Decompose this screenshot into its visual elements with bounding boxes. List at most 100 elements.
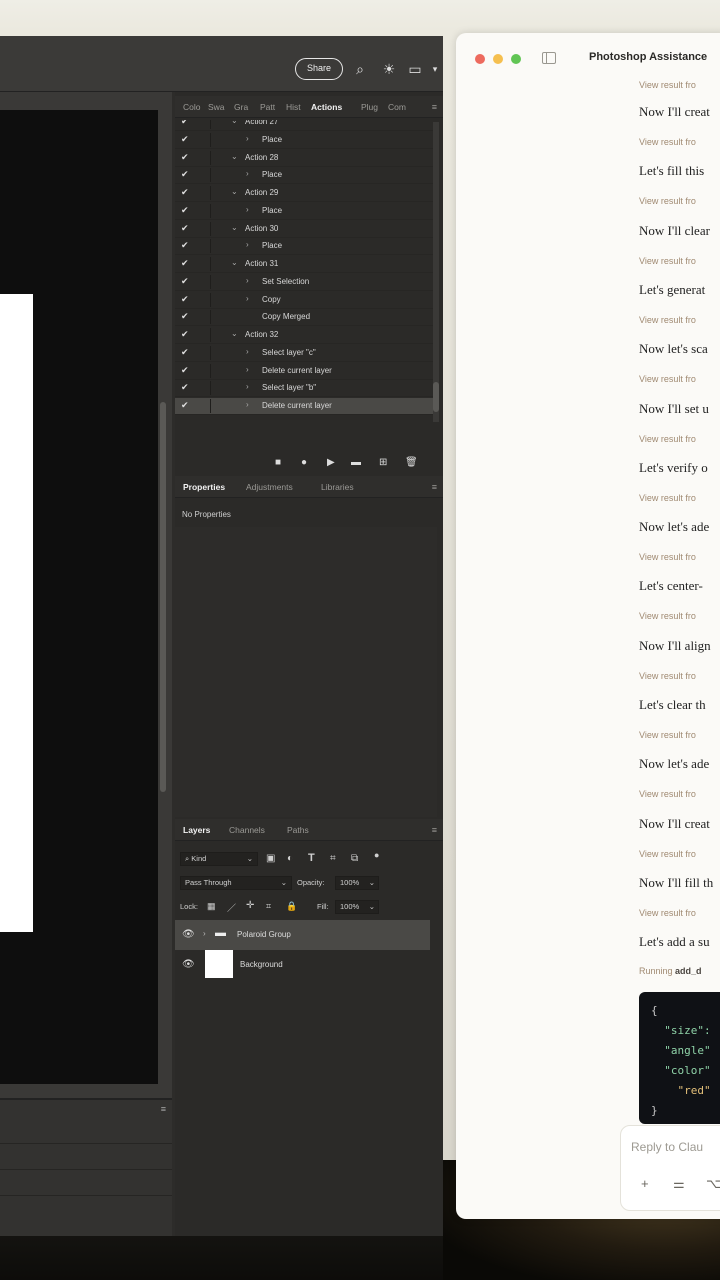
checkmark-icon[interactable]: ✔ — [181, 134, 189, 145]
record-icon[interactable]: ● — [301, 457, 307, 468]
view-result-link[interactable]: View result fro — [639, 789, 696, 799]
chevron-right-icon[interactable]: › — [246, 169, 249, 178]
view-result-link[interactable]: View result fro — [639, 552, 696, 562]
dialog-toggle-box[interactable] — [197, 132, 211, 147]
dialog-toggle-box[interactable] — [197, 168, 211, 183]
chevron-right-icon[interactable]: › — [246, 276, 249, 285]
dialog-toggle-box[interactable] — [197, 328, 211, 342]
dialog-toggle-box[interactable] — [197, 120, 211, 129]
view-result-link[interactable]: View result fro — [639, 849, 696, 859]
checkmark-icon[interactable]: ✔ — [181, 365, 189, 376]
chevron-right-icon[interactable]: › — [246, 240, 249, 249]
dialog-toggle-box[interactable] — [197, 150, 211, 165]
view-result-link[interactable]: View result fro — [639, 730, 696, 740]
chevron-down-icon[interactable]: ⌄ — [231, 223, 238, 232]
lock-brush-icon[interactable]: ／ — [227, 901, 236, 914]
dialog-toggle-box[interactable] — [197, 221, 211, 236]
checkmark-icon[interactable]: ✔ — [181, 400, 189, 411]
checkmark-icon[interactable]: ✔ — [181, 205, 189, 216]
action-step-item[interactable]: ✔ › Delete current layer — [175, 398, 433, 415]
fill-input[interactable]: 100% ⌄ — [335, 900, 379, 914]
sidebar-toggle-icon[interactable] — [542, 52, 556, 64]
action-step-item[interactable]: ✔ Copy Merged — [175, 309, 433, 327]
dialog-toggle-box[interactable] — [197, 345, 211, 360]
chevron-down-icon[interactable]: ⌄ — [231, 329, 238, 338]
lock-all-icon[interactable]: 🔒 — [286, 901, 297, 912]
minimize-window-button[interactable] — [493, 54, 503, 64]
tab-adjustments[interactable]: Adjustments — [246, 476, 293, 498]
tools-icon[interactable]: ⌥ — [706, 1176, 720, 1192]
delete-icon[interactable]: 🗑 — [405, 457, 418, 468]
filter-toggle-icon[interactable]: ● — [374, 850, 379, 860]
checkmark-icon[interactable]: ✔ — [181, 294, 189, 305]
filter-adjustment-icon[interactable]: ◐ — [287, 853, 293, 864]
tab-paths[interactable]: Paths — [287, 819, 309, 841]
lock-position-icon[interactable]: ✛ — [246, 900, 254, 911]
lock-artboard-icon[interactable]: ⌗ — [266, 901, 271, 912]
tab-color[interactable]: Colo — [183, 96, 200, 118]
maximize-window-button[interactable] — [511, 54, 521, 64]
view-result-link[interactable]: View result fro — [639, 196, 696, 206]
dialog-toggle-box[interactable] — [197, 186, 211, 200]
view-result-link[interactable]: View result fro — [639, 137, 696, 147]
opacity-input[interactable]: 100% ⌄ — [335, 876, 379, 890]
dialog-toggle-box[interactable] — [197, 203, 211, 218]
checkmark-icon[interactable]: ✔ — [181, 347, 189, 358]
view-result-link[interactable]: View result fro — [639, 434, 696, 444]
tab-comments[interactable]: Com — [388, 96, 406, 118]
tab-properties[interactable]: Properties — [183, 476, 225, 498]
chevron-right-icon[interactable]: › — [246, 347, 249, 356]
chevron-right-icon[interactable]: › — [246, 365, 249, 374]
plus-icon[interactable]: + — [641, 1176, 649, 1191]
filter-image-icon[interactable]: ▣ — [266, 853, 275, 864]
dialog-toggle-box[interactable] — [197, 381, 211, 396]
action-step-item[interactable]: ✔ › Place — [175, 132, 433, 149]
checkmark-icon[interactable]: ✔ — [181, 152, 189, 163]
tab-swatches[interactable]: Swa — [208, 96, 225, 118]
dialog-toggle-box[interactable] — [197, 292, 211, 307]
checkmark-icon[interactable]: ✔ — [181, 187, 189, 198]
chevron-right-icon[interactable]: › — [246, 400, 249, 409]
chevron-right-icon[interactable]: › — [246, 294, 249, 303]
chevron-down-icon[interactable]: ⌄ — [231, 187, 238, 196]
checkmark-icon[interactable]: ✔ — [181, 169, 189, 180]
action-step-item[interactable]: ✔ › Set Selection — [175, 274, 433, 291]
chevron-down-icon[interactable]: ⌄ — [231, 120, 238, 125]
visibility-eye-icon[interactable]: 👁 — [182, 929, 195, 940]
action-item[interactable]: ✔ ⌄ Action 30 — [175, 221, 433, 238]
filter-smart-object-icon[interactable]: ⧉ — [351, 853, 358, 864]
checkmark-icon[interactable]: ✔ — [181, 240, 189, 251]
share-button[interactable]: Share — [295, 58, 343, 80]
view-result-link[interactable]: View result fro — [639, 374, 696, 384]
blend-mode-select[interactable]: Pass Through ⌄ — [180, 876, 292, 890]
filter-type-icon[interactable]: T — [308, 852, 315, 864]
checkmark-icon[interactable]: ✔ — [181, 382, 189, 393]
view-result-link[interactable]: View result fro — [639, 256, 696, 266]
tab-layers[interactable]: Layers — [183, 819, 210, 841]
checkmark-icon[interactable]: ✔ — [181, 223, 189, 234]
lightbulb-icon[interactable]: ☀ — [380, 60, 398, 78]
view-result-link[interactable]: View result fro — [639, 671, 696, 681]
checkmark-icon[interactable]: ✔ — [181, 311, 189, 322]
tab-libraries[interactable]: Libraries — [321, 476, 354, 498]
view-result-link[interactable]: View result fro — [639, 493, 696, 503]
play-icon[interactable]: ▶ — [327, 457, 335, 468]
chevron-right-icon[interactable]: › — [246, 382, 249, 391]
new-action-icon[interactable]: ⊞ — [379, 457, 387, 468]
view-result-link[interactable]: View result fro — [639, 80, 696, 90]
chevron-right-icon[interactable]: › — [246, 205, 249, 214]
close-window-button[interactable] — [475, 54, 485, 64]
dialog-toggle-box[interactable] — [197, 274, 211, 289]
view-result-link[interactable]: View result fro — [639, 908, 696, 918]
action-step-item[interactable]: ✔ › Select layer "b" — [175, 380, 433, 398]
lock-transparent-icon[interactable]: ▦ — [207, 901, 216, 912]
tab-plugins[interactable]: Plug — [361, 96, 378, 118]
dialog-toggle-box[interactable] — [197, 363, 211, 378]
checkmark-icon[interactable]: ✔ — [181, 120, 189, 127]
action-step-item[interactable]: ✔ › Copy — [175, 292, 433, 309]
tab-actions[interactable]: Actions — [311, 96, 342, 118]
filter-shape-icon[interactable]: ⌗ — [330, 853, 336, 864]
layer-row-polaroid-group[interactable]: 👁 › ▬ Polaroid Group — [175, 920, 430, 950]
canvas-scrollbar[interactable] — [160, 402, 166, 792]
workspace-icon[interactable]: ▭ — [406, 60, 424, 78]
